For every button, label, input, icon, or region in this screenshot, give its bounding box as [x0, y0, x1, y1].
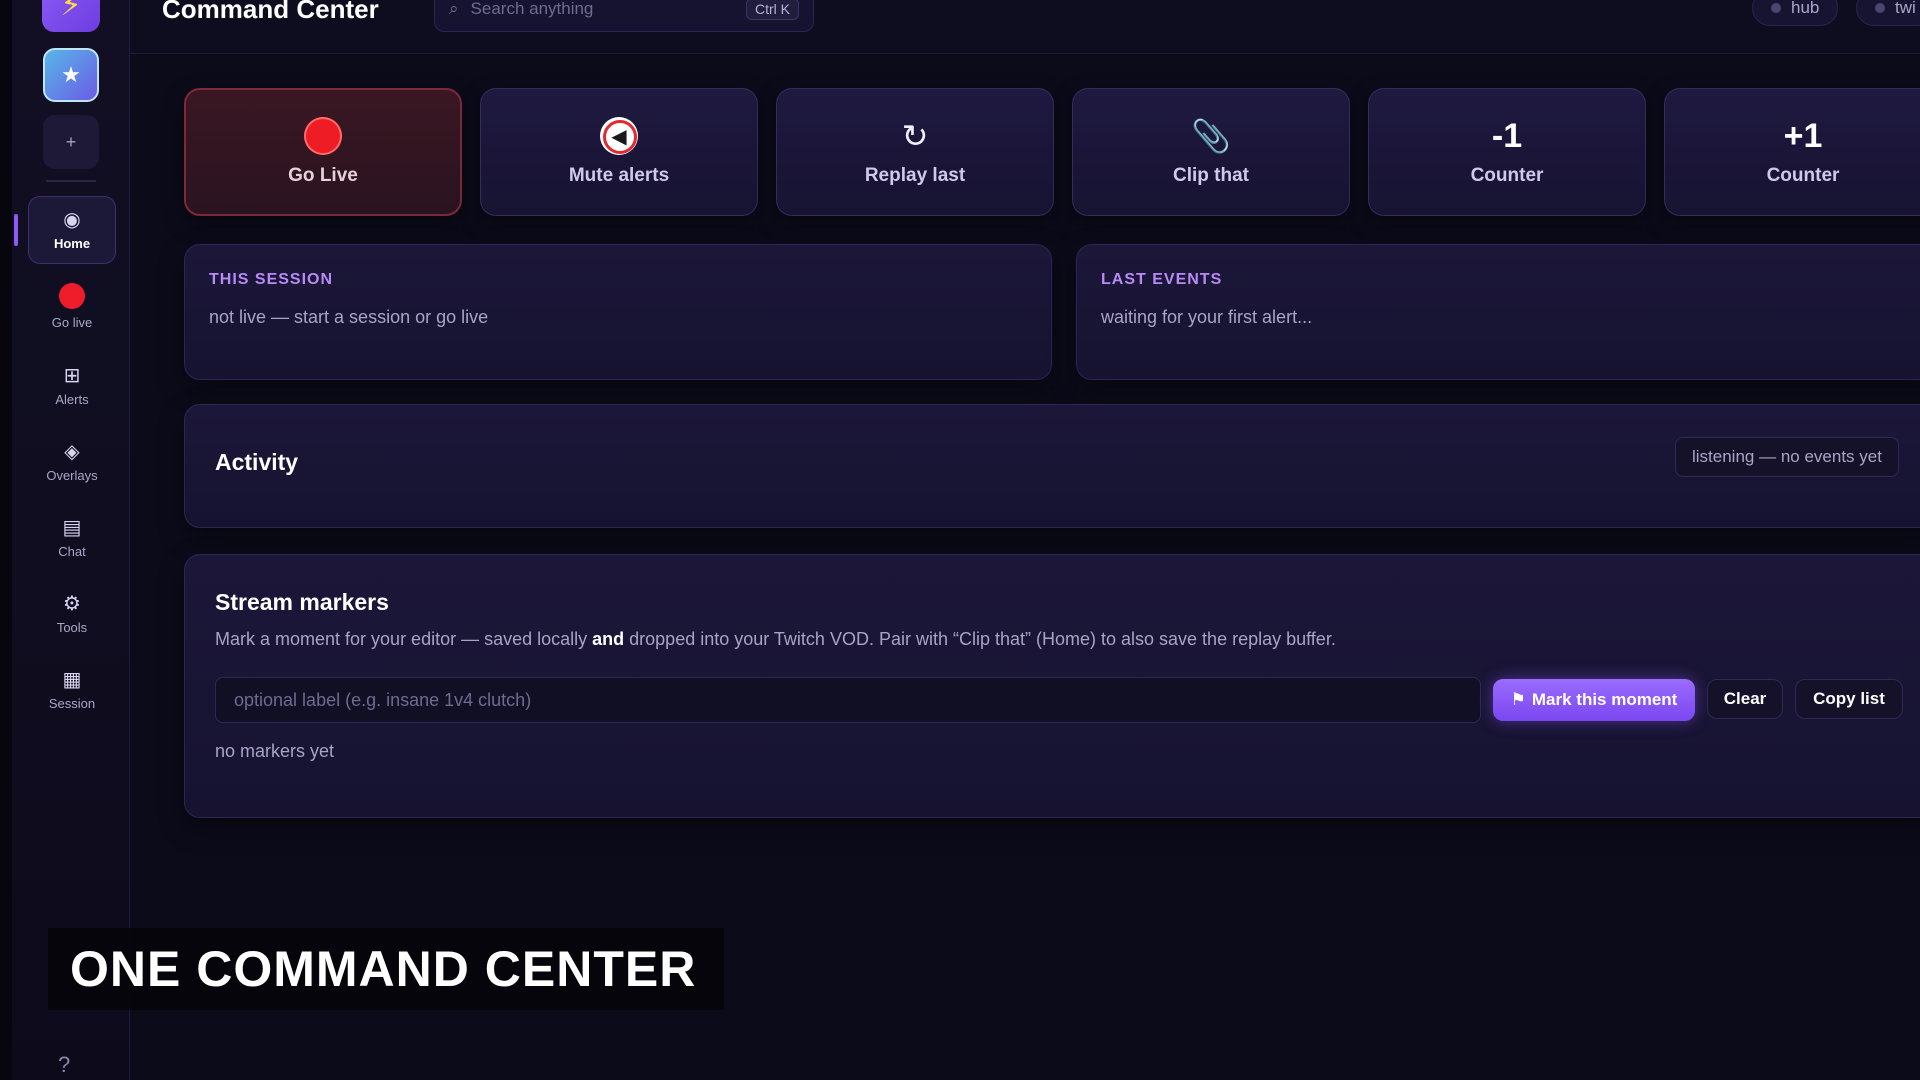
sidebar-item-go-live[interactable]: Go live [28, 272, 116, 340]
activity-title: Activity [215, 449, 299, 475]
sidebar-item-chat[interactable]: ▤ Chat [28, 504, 116, 572]
stream-markers-description: Mark a moment for your editor — saved lo… [215, 629, 1336, 649]
diamond-icon: ◈ [64, 440, 80, 463]
session-eyebrow: THIS SESSION [209, 271, 334, 288]
star-icon[interactable]: ★ [43, 48, 99, 102]
last-events-card: LAST EVENTS waiting for your first alert… [1076, 244, 1920, 380]
clip-that-button[interactable]: 📎 Clip that [1072, 88, 1350, 216]
quick-action-label: Counter [1766, 165, 1840, 186]
activity-card: Activity listening — no events yet [184, 404, 1920, 528]
marker-label-input[interactable] [215, 677, 1481, 723]
sidebar-item-session[interactable]: ▦ Session [28, 656, 116, 724]
help-icon[interactable]: ? [58, 1052, 70, 1078]
quick-action-label: Clip that [1173, 165, 1249, 186]
mark-moment-button[interactable]: ⚑ Mark this moment [1493, 679, 1695, 721]
stream-markers-card: Stream markers Mark a moment for your ed… [184, 554, 1920, 818]
sidebar-item-label: Alerts [55, 391, 89, 407]
video-caption: ONE COMMAND CENTER [48, 928, 724, 1010]
copy-list-button[interactable]: Copy list [1795, 679, 1903, 719]
sidebar-item-label: Go live [51, 314, 93, 330]
sidebar-item-label: Chat [58, 543, 86, 559]
clear-button[interactable]: Clear [1707, 679, 1783, 719]
mute-alerts-button[interactable]: ◀ Mute alerts [480, 88, 758, 216]
active-indicator [14, 214, 18, 246]
stream-markers-title: Stream markers [215, 589, 389, 615]
go-live-button[interactable]: Go Live [184, 88, 462, 216]
sidebar-item-label: Session [48, 695, 96, 711]
paperclip-icon: 📎 [1191, 118, 1231, 154]
pill-label: hub [1791, 0, 1820, 17]
sidebar-item-label: Tools [56, 619, 88, 635]
plus-one-icon: +1 [1783, 116, 1823, 155]
lightning-icon[interactable]: ⚡ [42, 0, 100, 32]
sidebar: ⚡ ★ + ◉ Home Go live ⊞ Alerts ◈ Overlays… [0, 0, 130, 1080]
search-input[interactable]: ⌕ Search anything Ctrl K [434, 0, 814, 32]
flag-icon: ⚑ [1510, 690, 1526, 709]
search-placeholder: Search anything [470, 0, 594, 18]
sidebar-item-home[interactable]: ◉ Home [28, 196, 116, 264]
home-icon: ◉ [63, 208, 81, 231]
search-icon: ⌕ [449, 0, 459, 18]
status-pill-hub[interactable]: hub [1752, 0, 1839, 26]
last-events-eyebrow: LAST EVENTS [1101, 271, 1223, 288]
main-content: Go Live ◀ Mute alerts ↻ Replay last 📎 Cl… [130, 54, 1920, 1080]
red-dot-icon [59, 282, 85, 309]
quick-actions: Go Live ◀ Mute alerts ↻ Replay last 📎 Cl… [184, 88, 1920, 216]
sidebar-item-overlays[interactable]: ◈ Overlays [28, 428, 116, 496]
sidebar-edge [0, 0, 12, 1080]
quick-action-label: Counter [1470, 165, 1544, 186]
quick-action-label: Replay last [864, 165, 966, 186]
plus-icon[interactable]: + [43, 115, 99, 169]
grid-icon: ⊞ [63, 364, 81, 387]
counter-minus-button[interactable]: -1 Counter [1368, 88, 1646, 216]
activity-status-badge: listening — no events yet [1675, 437, 1899, 477]
status-pill-twitch[interactable]: twi [1856, 0, 1920, 26]
session-card: THIS SESSION not live — start a session … [184, 244, 1052, 380]
shortcut-badge: Ctrl K [746, 0, 799, 20]
mute-icon: ◀ [600, 117, 638, 155]
record-icon [304, 117, 342, 155]
quick-action-label: Mute alerts [568, 165, 670, 186]
quick-action-label: Go Live [288, 165, 358, 186]
pill-label: twi [1895, 0, 1916, 17]
counter-plus-button[interactable]: +1 Counter [1664, 88, 1920, 216]
status-dot-icon [1875, 3, 1885, 13]
replay-last-button[interactable]: ↻ Replay last [776, 88, 1054, 216]
status-dot-icon [1771, 3, 1781, 13]
minus-one-icon: -1 [1491, 116, 1523, 155]
last-events-text: waiting for your first alert... [1101, 307, 1313, 327]
gear-icon: ⚙ [63, 592, 81, 615]
markers-empty-state: no markers yet [215, 741, 335, 761]
replay-icon: ↻ [901, 118, 929, 154]
sidebar-divider [46, 180, 96, 182]
sidebar-item-tools[interactable]: ⚙ Tools [28, 580, 116, 648]
session-text: not live — start a session or go live [209, 307, 489, 327]
sidebar-item-label: Home [53, 235, 91, 251]
page-title: Command Center [162, 0, 379, 24]
topbar: Command Center ⌕ Search anything Ctrl K … [130, 0, 1920, 54]
chat-icon: ▤ [62, 516, 82, 539]
sidebar-item-alerts[interactable]: ⊞ Alerts [28, 352, 116, 420]
calendar-icon: ▦ [62, 668, 82, 691]
sidebar-item-label: Overlays [46, 467, 98, 483]
